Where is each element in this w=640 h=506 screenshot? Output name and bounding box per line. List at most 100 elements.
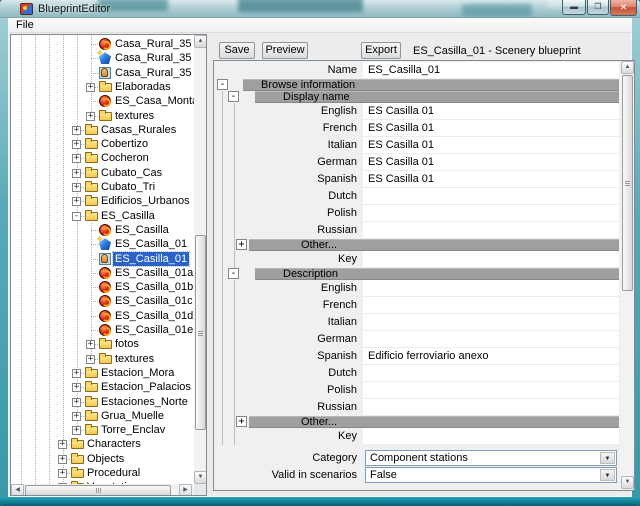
save-button[interactable]: Save [219,42,255,59]
scroll-down-button[interactable]: ▼ [621,476,634,489]
tree-item[interactable]: +Procedural [11,466,194,480]
tree-item[interactable]: +Estaciones_Norte [11,395,194,409]
scroll-right-button[interactable]: ▶ [179,484,192,496]
tree-item[interactable]: +Edificios_Urbanos [11,194,194,208]
expand-icon[interactable]: + [72,426,81,435]
field-value-input[interactable]: Edificio ferroviario anexo [363,348,619,365]
tree-item[interactable]: +Casas_Rurales [11,123,194,137]
scroll-down-button[interactable]: ▼ [194,471,207,484]
field-value-input[interactable] [363,222,619,239]
field-value-input[interactable] [363,297,619,314]
field-value-input[interactable] [363,382,619,399]
tree-item[interactable]: +Torre_Enclav [11,423,194,437]
scroll-left-button[interactable]: ◀ [11,484,24,496]
tree-item[interactable]: -ES_Casilla [11,209,194,223]
dropdown-button[interactable]: ▼ [600,469,615,481]
tree-item[interactable]: ✦Casa_Rural_35 [11,51,194,65]
expand-icon[interactable]: + [72,398,81,407]
tree-item[interactable]: ES_Casa_Montaña_ [11,94,194,108]
scroll-up-button[interactable]: ▲ [194,35,207,48]
category-combobox[interactable]: Component stations▼ [365,450,617,466]
minimize-button[interactable]: ▬ [562,0,586,15]
tree-item[interactable]: ES_Casilla_01c [11,294,194,308]
field-value-input[interactable] [363,399,619,416]
expand-icon[interactable]: + [72,412,81,421]
field-value-input[interactable]: ES_Casilla_01 [363,62,619,79]
maximize-button[interactable]: ❒ [587,0,609,15]
collapse-icon[interactable]: - [72,212,81,221]
collapse-icon[interactable]: - [217,79,228,90]
tree-item[interactable]: +Objects [11,452,194,466]
expand-icon[interactable]: + [236,239,247,250]
expand-icon[interactable]: + [86,83,95,92]
field-value-input[interactable] [363,331,619,348]
section-header-bar[interactable]: Browse information [243,79,619,91]
tree-hscrollbar-thumb[interactable] [25,485,171,496]
tree-item[interactable]: +textures [11,352,194,366]
tree-item[interactable]: +Characters [11,437,194,451]
tree-item[interactable]: +Elaboradas [11,80,194,94]
tree-item[interactable]: +Grua_Muelle [11,409,194,423]
section-header-bar[interactable]: Other... [249,239,619,251]
expand-icon[interactable]: + [72,154,81,163]
collapse-icon[interactable]: - [228,91,239,102]
grid-vscrollbar-thumb[interactable] [622,75,633,291]
expand-icon[interactable]: + [72,369,81,378]
tree-item[interactable]: ES_Casilla_01e [11,323,194,337]
field-value-input[interactable]: ES Casilla 01 [363,137,619,154]
tree-item[interactable]: Casa_Rural_35 [11,66,194,80]
field-value-input[interactable] [363,280,619,297]
tree-item[interactable]: +Estacion_Palacios [11,380,194,394]
tree-item[interactable]: +textures [11,109,194,123]
expand-icon[interactable]: + [72,183,81,192]
expand-icon[interactable]: + [72,383,81,392]
grid-vscrollbar[interactable]: ▲ ▼ [620,61,635,490]
expand-icon[interactable]: + [72,140,81,149]
tree-item[interactable]: +Estacion_Mora [11,366,194,380]
tree-item[interactable]: ES_Casilla_01d [11,309,194,323]
tree-item[interactable]: ES_Casilla_01 [11,252,194,266]
expand-icon[interactable]: + [58,469,67,478]
section-header-bar[interactable]: Description [255,268,619,280]
expand-icon[interactable]: + [58,455,67,464]
section-header-bar[interactable]: Display name [255,91,619,103]
tree-vscrollbar[interactable]: ▲ ▼ [194,35,207,484]
field-value-input[interactable]: ES Casilla 01 [363,171,619,188]
collapse-icon[interactable]: - [228,268,239,279]
field-value-input[interactable] [363,365,619,382]
expand-icon[interactable]: + [58,440,67,449]
tree-item[interactable]: ES_Casilla_01b [11,280,194,294]
field-value-input[interactable] [363,205,619,222]
asset-tree[interactable]: Casa_Rural_35✦Casa_Rural_35Casa_Rural_35… [10,34,207,496]
field-value-input[interactable]: ES Casilla 01 [363,120,619,137]
section-header-bar[interactable]: Other... [249,416,619,428]
expand-icon[interactable]: + [72,169,81,178]
tree-vscrollbar-thumb[interactable] [195,235,206,430]
menu-file[interactable]: File [9,18,41,32]
field-value-input[interactable]: ES Casilla 01 [363,103,619,120]
expand-icon[interactable]: + [86,112,95,121]
close-button[interactable]: ✕ [610,0,637,16]
field-value-input[interactable] [363,188,619,205]
export-button[interactable]: Export [361,42,401,59]
valid-combobox[interactable]: False▼ [365,467,617,483]
tree-item[interactable]: +Cubato_Tri [11,180,194,194]
preview-button[interactable]: Preview [262,42,308,59]
tree-item[interactable]: +Cobertizo [11,137,194,151]
field-value-input[interactable] [363,314,619,331]
scroll-up-button[interactable]: ▲ [621,61,634,74]
expand-icon[interactable]: + [72,126,81,135]
dropdown-button[interactable]: ▼ [600,452,615,464]
field-value-input[interactable] [363,251,619,268]
tree-item[interactable]: +Cocheron [11,151,194,165]
tree-hscrollbar[interactable]: ◀ ▶ [11,484,194,496]
expand-icon[interactable]: + [86,340,95,349]
expand-icon[interactable]: + [236,416,247,427]
field-value-input[interactable]: ES Casilla 01 [363,154,619,171]
tree-item[interactable]: ES_Casilla_01a [11,266,194,280]
tree-item[interactable]: ✦ES_Casilla_01 [11,237,194,251]
tree-item[interactable]: +Cubato_Cas [11,166,194,180]
expand-icon[interactable]: + [72,197,81,206]
tree-item[interactable]: +fotos [11,337,194,351]
expand-icon[interactable]: + [86,355,95,364]
